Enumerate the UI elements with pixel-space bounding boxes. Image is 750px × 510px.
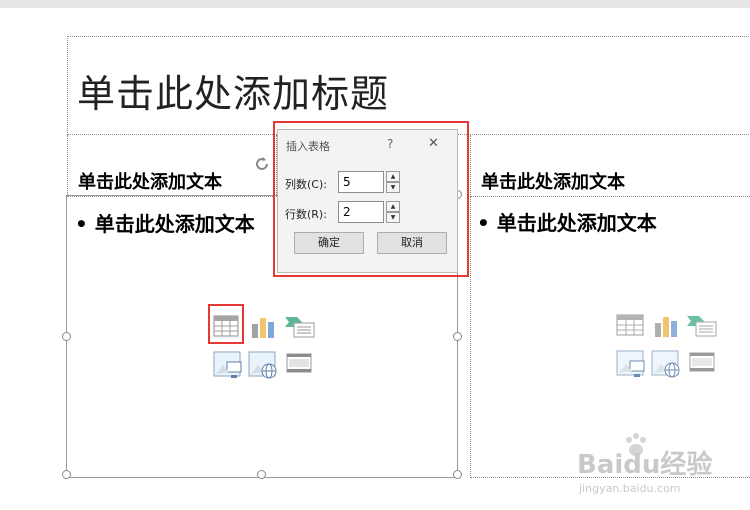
rows-input[interactable]: 2 xyxy=(338,201,384,223)
insert-video-icon[interactable] xyxy=(689,351,715,375)
watermark: Baidu经验 jingyan.baidu.com xyxy=(575,430,745,500)
resize-handle-middle-left[interactable] xyxy=(62,332,71,341)
ok-button[interactable]: 确定 xyxy=(294,232,364,254)
insert-smartart-icon[interactable] xyxy=(285,314,315,338)
insert-chart-icon[interactable] xyxy=(250,314,274,338)
columns-stepper[interactable]: ▲ ▼ xyxy=(386,171,400,193)
left-heading-placeholder[interactable]: 单击此处添加文本 xyxy=(67,135,277,197)
resize-handle-bottom-left[interactable] xyxy=(62,470,71,479)
insert-online-picture-icon[interactable] xyxy=(248,350,277,379)
bullet-icon: • xyxy=(75,212,95,236)
cancel-button[interactable]: 取消 xyxy=(377,232,447,254)
insert-picture-icon[interactable] xyxy=(616,349,645,377)
columns-label: 列数(C): xyxy=(285,178,327,191)
resize-handle-bottom-center[interactable] xyxy=(257,470,266,479)
insert-picture-icon[interactable] xyxy=(213,350,242,378)
watermark-logo: Baidu经验 xyxy=(577,450,713,480)
help-button[interactable]: ? xyxy=(387,137,393,151)
dialog-title: 插入表格 xyxy=(286,140,330,153)
left-bullet-text: • 单击此处添加文本 xyxy=(75,212,255,236)
insert-table-dialog: 插入表格 ? ✕ 列数(C): 5 ▲ ▼ 行数(R): 2 ▲ ▼ 确定 取消 xyxy=(277,129,458,273)
title-placeholder-text: 单击此处添加标题 xyxy=(77,72,390,116)
columns-input[interactable]: 5 xyxy=(338,171,384,193)
rows-stepper[interactable]: ▲ ▼ xyxy=(386,201,400,223)
right-heading-text: 单击此处添加文本 xyxy=(481,172,625,193)
rows-down-icon[interactable]: ▼ xyxy=(386,212,400,223)
rows-up-icon[interactable]: ▲ xyxy=(386,201,400,212)
right-bullet-text: • 单击此处添加文本 xyxy=(477,211,657,235)
left-heading-text: 单击此处添加文本 xyxy=(78,172,222,193)
right-heading-placeholder[interactable]: 单击此处添加文本 xyxy=(470,135,750,197)
close-icon[interactable]: ✕ xyxy=(428,136,439,151)
insert-smartart-icon[interactable] xyxy=(687,313,717,337)
resize-handle-middle-right[interactable] xyxy=(453,332,462,341)
bullet-icon: • xyxy=(477,211,497,235)
insert-chart-icon[interactable] xyxy=(653,313,677,337)
insert-online-picture-icon[interactable] xyxy=(651,349,680,378)
rotate-handle-icon[interactable] xyxy=(252,154,272,174)
insert-table-icon[interactable] xyxy=(616,313,644,337)
rows-label: 行数(R): xyxy=(285,208,327,221)
columns-down-icon[interactable]: ▼ xyxy=(386,182,400,193)
watermark-url: jingyan.baidu.com xyxy=(579,482,681,495)
insert-video-icon[interactable] xyxy=(286,352,312,376)
insert-table-icon[interactable] xyxy=(213,314,239,338)
columns-up-icon[interactable]: ▲ xyxy=(386,171,400,182)
resize-handle-bottom-right[interactable] xyxy=(453,470,462,479)
